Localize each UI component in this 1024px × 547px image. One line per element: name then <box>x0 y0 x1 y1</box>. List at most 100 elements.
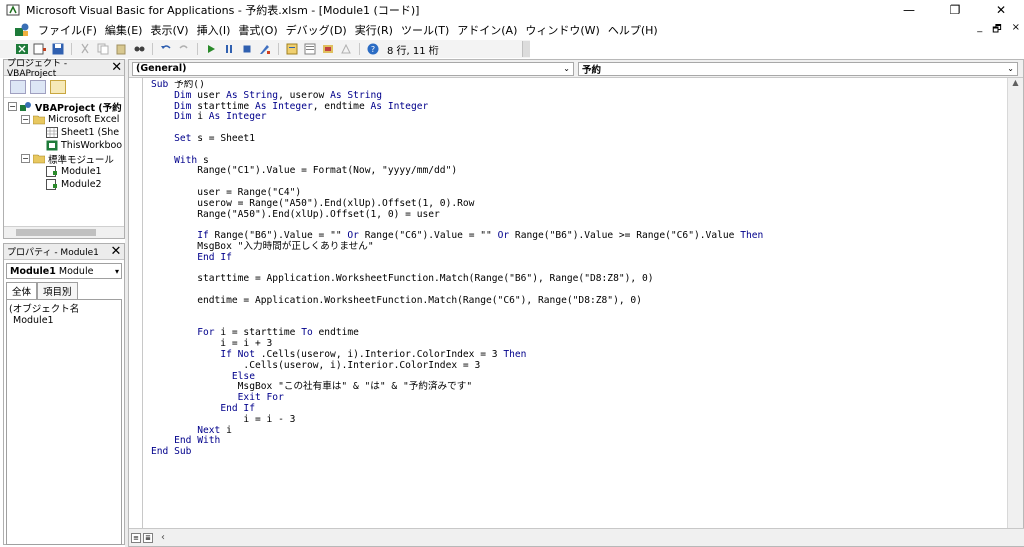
toolbox-icon[interactable] <box>338 42 354 56</box>
procedure-combo[interactable]: 予約 ⌄ <box>578 61 1018 76</box>
code-line[interactable]: starttime = Application.WorksheetFunctio… <box>151 273 1006 285</box>
menu-edit[interactable]: 編集(E) <box>101 22 147 38</box>
code-line[interactable]: Exit For <box>151 392 1006 404</box>
pause-icon[interactable] <box>221 42 237 56</box>
menu-tools[interactable]: ツール(T) <box>397 22 453 38</box>
project-pane-close-button[interactable]: ✕ <box>109 60 124 75</box>
cut-icon[interactable] <box>77 42 93 56</box>
full-module-view-button[interactable]: ≣ <box>143 532 153 543</box>
undo-icon[interactable] <box>158 42 174 56</box>
code-line[interactable]: .Cells(userow, i).Interior.ColorIndex = … <box>151 360 1006 372</box>
toolbar-options-handle[interactable] <box>522 41 530 57</box>
code-line[interactable]: For i = starttime To endtime <box>151 327 1006 339</box>
mdi-minimize-button[interactable]: _ <box>977 22 982 39</box>
scrollbar-thumb[interactable] <box>16 229 96 236</box>
code-line[interactable]: MsgBox "入力時間が正しくありません" <box>151 241 1006 253</box>
code-line[interactable]: Range("C1").Value = Format(Now, "yyyy/mm… <box>151 165 1006 177</box>
code-line[interactable]: End If <box>151 252 1006 264</box>
code-line[interactable]: End Sub <box>151 446 1006 458</box>
minimize-button[interactable]: — <box>886 0 932 20</box>
code-keyword: As String <box>226 89 279 101</box>
run-icon[interactable] <box>203 42 219 56</box>
code-line[interactable] <box>151 145 1006 156</box>
tree-item[interactable]: Sheet1 (She <box>4 126 124 139</box>
code-line[interactable]: End With <box>151 435 1006 447</box>
tree-item[interactable]: − VBAProject (予約 <box>4 100 124 113</box>
menu-debug[interactable]: デバッグ(D) <box>282 22 351 38</box>
menu-format[interactable]: 書式(O) <box>234 22 281 38</box>
code-line[interactable]: Dim i As Integer <box>151 111 1006 123</box>
insert-module-icon[interactable] <box>32 42 48 56</box>
properties-pane-close-button[interactable]: ✕ <box>108 244 124 259</box>
project-pane-horizontal-scrollbar[interactable] <box>4 226 124 238</box>
menu-addins[interactable]: アドイン(A) <box>453 22 521 38</box>
property-name[interactable]: (オブジェクト名 <box>9 304 79 315</box>
design-mode-icon[interactable] <box>257 42 273 56</box>
tree-item[interactable]: Module2 <box>4 178 124 191</box>
code-vertical-scrollbar[interactable]: ▲ <box>1007 78 1023 530</box>
object-browser-icon[interactable] <box>320 42 336 56</box>
tree-item[interactable]: Module1 <box>4 165 124 178</box>
code-line[interactable]: Range("A50").End(xlUp).Offset(1, 0) = us… <box>151 209 1006 221</box>
tree-collapse-icon[interactable]: − <box>8 102 17 111</box>
view-object-icon[interactable] <box>30 79 46 94</box>
mdi-close-button[interactable]: × <box>1012 22 1020 39</box>
project-explorer-icon[interactable] <box>284 42 300 56</box>
code-line[interactable]: Next i <box>151 424 1006 437</box>
redo-icon[interactable] <box>176 42 192 56</box>
reset-icon[interactable] <box>239 42 255 56</box>
copy-icon[interactable] <box>95 42 111 56</box>
folder-icon <box>33 153 48 164</box>
menu-view[interactable]: 表示(V) <box>146 22 192 38</box>
properties-window-icon[interactable] <box>302 42 318 56</box>
tree-collapse-icon[interactable]: − <box>21 154 30 163</box>
menu-window[interactable]: ウィンドウ(W) <box>521 22 603 38</box>
object-combo[interactable]: (General) ⌄ <box>132 61 574 76</box>
tab-alphabetic[interactable]: 全体 <box>6 282 38 299</box>
code-line[interactable] <box>151 123 1006 134</box>
object-select[interactable]: Module1 Module ▾ <box>6 263 122 279</box>
view-excel-icon[interactable] <box>14 42 30 56</box>
excel-vba-icon[interactable] <box>14 22 30 38</box>
code-keyword: Then <box>503 348 527 360</box>
mdi-restore-button[interactable]: 🗗 <box>992 22 1001 39</box>
property-value[interactable]: Module1 <box>13 315 54 326</box>
help-icon[interactable]: ? <box>365 42 381 56</box>
code-line[interactable]: i = i - 3 <box>151 414 1006 426</box>
menu-insert[interactable]: 挿入(I) <box>193 22 235 38</box>
tree-collapse-icon[interactable]: − <box>21 115 30 124</box>
menu-file[interactable]: ファイル(F) <box>34 22 101 38</box>
tree-item[interactable]: − 標準モジュール <box>4 152 124 165</box>
code-text: i = starttime <box>214 327 302 339</box>
code-line[interactable]: Set s = Sheet1 <box>151 133 1006 145</box>
toggle-folders-icon[interactable] <box>50 79 66 94</box>
procedure-view-button[interactable]: ≡ <box>131 532 141 543</box>
tree-item[interactable]: ThisWorkboo <box>4 139 124 152</box>
close-button[interactable]: ✕ <box>978 0 1024 20</box>
scroll-left-arrow-icon[interactable]: ‹ <box>161 532 165 543</box>
code-keyword: Next <box>197 424 221 436</box>
scroll-up-arrow-icon[interactable]: ▲ <box>1008 78 1023 92</box>
view-code-icon[interactable] <box>10 79 26 94</box>
code-line[interactable]: endtime = Application.WorksheetFunction.… <box>151 295 1006 307</box>
tree-item-label: ThisWorkboo <box>61 140 123 151</box>
tab-categorized[interactable]: 項目別 <box>37 282 78 299</box>
vba-app-icon <box>6 4 20 16</box>
save-icon[interactable] <box>50 42 66 56</box>
toolbar-separator <box>278 43 279 55</box>
properties-pane: プロパティ - Module1 ✕ Module1 Module ▾ 全体 項目… <box>3 243 125 545</box>
tree-item[interactable]: − Microsoft Excel <box>4 113 124 126</box>
code-line[interactable] <box>151 307 1006 318</box>
indicator-margin[interactable] <box>129 78 143 528</box>
paste-icon[interactable] <box>113 42 129 56</box>
maximize-button[interactable]: ❐ <box>932 0 978 20</box>
code-horizontal-scrollbar[interactable]: ‹ <box>157 531 1024 545</box>
code-keyword: If <box>197 230 209 242</box>
code-keyword: To <box>301 327 313 339</box>
code-editor[interactable]: Sub 予約() Dim user As String, userow As S… <box>151 80 1006 526</box>
menu-help[interactable]: ヘルプ(H) <box>604 22 662 38</box>
find-icon[interactable] <box>131 42 147 56</box>
code-line[interactable]: Dim starttime As Integer, endtime As Int… <box>151 101 1006 113</box>
menu-run[interactable]: 実行(R) <box>351 22 397 38</box>
